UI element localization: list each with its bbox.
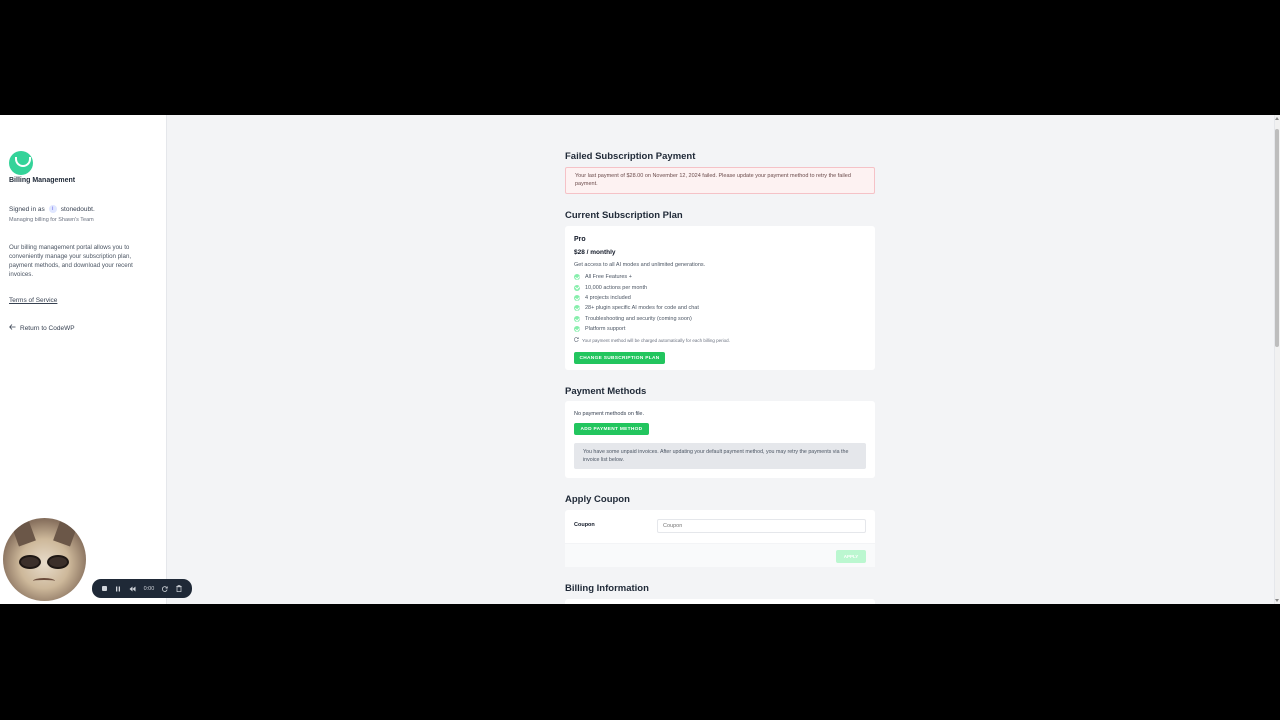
list-item: 4 projects included	[574, 293, 699, 303]
team-line: Managing billing for Shawn's Team	[9, 217, 94, 223]
sidebar-title: Billing Management	[9, 177, 76, 184]
coupon-label: Coupon	[574, 522, 595, 528]
user-info-icon: i	[48, 205, 57, 213]
rewind-icon[interactable]	[129, 586, 136, 592]
failed-payment-alert: Your last payment of $28.00 on November …	[565, 167, 875, 194]
scroll-thumb[interactable]	[1275, 129, 1279, 347]
unpaid-invoices-notice: You have some unpaid invoices. After upd…	[574, 443, 866, 469]
payment-methods-heading: Payment Methods	[565, 386, 647, 397]
coupon-card: Coupon APPLY	[565, 510, 875, 567]
list-item: 10,000 actions per month	[574, 282, 699, 292]
plan-price: $28 / monthly	[574, 249, 616, 256]
apply-coupon-heading: Apply Coupon	[565, 494, 630, 505]
scroll-up-icon[interactable]	[1275, 117, 1279, 120]
subscription-card: Pro $28 / monthly Get access to all AI m…	[565, 226, 875, 370]
pause-icon[interactable]	[115, 586, 121, 592]
check-circle-icon	[574, 294, 580, 301]
check-circle-icon	[574, 305, 580, 312]
check-circle-icon	[574, 284, 580, 291]
check-circle-icon	[574, 274, 580, 281]
recording-toolbar: 0:00	[92, 579, 192, 598]
terms-of-service-link[interactable]: Terms of Service	[9, 297, 57, 304]
arrow-left-icon	[9, 324, 16, 332]
plan-description: Get access to all AI modes and unlimited…	[574, 262, 706, 268]
return-link[interactable]: Return to CodeWP	[9, 324, 75, 332]
return-link-label: Return to CodeWP	[20, 324, 75, 332]
list-item: Troubleshooting and security (coming soo…	[574, 314, 699, 324]
auto-charge-note: Your payment method will be charged auto…	[574, 337, 730, 343]
change-subscription-button[interactable]: CHANGE SUBSCRIPTION PLAN	[574, 352, 665, 364]
apply-coupon-button[interactable]: APPLY	[836, 550, 866, 563]
signed-in-line: Signed in as i stonedoubt.	[9, 205, 95, 213]
plan-name: Pro	[574, 236, 586, 243]
list-item: 28+ plugin specific AI modes for code an…	[574, 303, 699, 313]
coupon-footer: APPLY	[565, 543, 875, 567]
billing-information-heading: Billing Information	[565, 583, 649, 594]
check-circle-icon	[574, 315, 580, 322]
list-item: All Free Features +	[574, 272, 699, 282]
restart-icon[interactable]	[162, 585, 168, 592]
list-item: Platform support	[574, 324, 699, 334]
codewp-logo-icon	[9, 151, 33, 175]
add-payment-method-button[interactable]: ADD PAYMENT METHOD	[574, 423, 649, 435]
billing-information-card	[565, 599, 875, 604]
plan-feature-list: All Free Features + 10,000 actions per m…	[574, 272, 699, 334]
page-scrollbar[interactable]	[1274, 115, 1280, 604]
signed-in-username: stonedoubt.	[60, 205, 95, 213]
stop-recording-icon[interactable]	[101, 586, 107, 591]
recording-timer: 0:00	[143, 585, 155, 592]
coupon-input[interactable]	[657, 519, 866, 533]
cat-glasses-icon	[19, 555, 71, 569]
trash-icon[interactable]	[176, 585, 182, 592]
check-circle-icon	[574, 326, 580, 333]
webcam-bubble[interactable]	[3, 518, 86, 601]
payment-methods-card: No payment methods on file. ADD PAYMENT …	[565, 401, 875, 478]
browser-viewport: Billing Management Signed in as i stoned…	[0, 115, 1280, 604]
failed-payment-heading: Failed Subscription Payment	[565, 151, 696, 162]
portal-description: Our billing management portal allows you…	[9, 244, 133, 278]
no-payment-methods-text: No payment methods on file.	[574, 411, 645, 417]
subscription-heading: Current Subscription Plan	[565, 210, 683, 221]
signed-in-prefix: Signed in as	[9, 205, 45, 213]
refresh-icon	[574, 337, 579, 343]
scroll-down-icon[interactable]	[1275, 599, 1279, 602]
